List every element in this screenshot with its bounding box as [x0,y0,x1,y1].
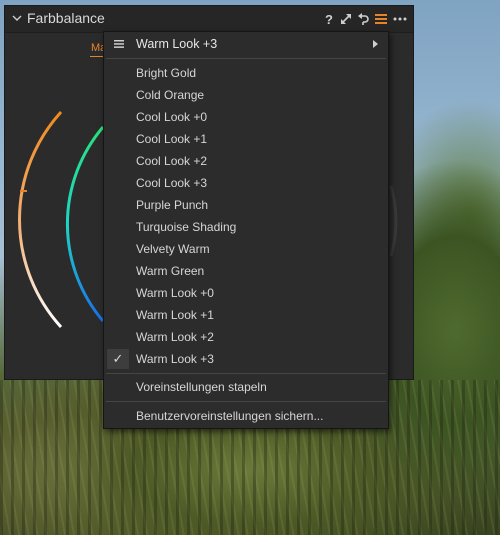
preset-item[interactable]: Warm Look +1 [104,304,388,326]
preset-item-label: Cool Look +3 [136,176,208,190]
preset-item[interactable]: Bright Gold [104,62,388,84]
save-user-presets-label: Benutzervoreinstellungen sichern... [136,409,324,423]
stack-presets-label: Voreinstellungen stapeln [136,380,267,394]
checkmark-icon: ✓ [107,349,129,369]
preset-item[interactable]: Cool Look +2 [104,150,388,172]
preset-item-label: Warm Look +2 [136,330,214,344]
preset-item-label: Warm Look +1 [136,308,214,322]
preset-item-label: Cool Look +2 [136,154,208,168]
submenu-arrow-icon [373,40,378,48]
presets-dropdown-menu: Warm Look +3 Bright Gold Cold Orange Coo… [103,31,389,429]
preset-item[interactable]: Turquoise Shading [104,216,388,238]
menu-lines-icon [114,40,124,48]
preset-item-label: Cold Orange [136,88,205,102]
preset-item-checked[interactable]: ✓ Warm Look +3 [104,348,388,370]
preset-item-label: Cool Look +1 [136,132,208,146]
preset-item[interactable]: Cool Look +0 [104,106,388,128]
menu-divider [106,58,386,59]
midtones-wheel-arc[interactable] [65,126,105,322]
preset-item-label: Warm Green [136,264,205,278]
preset-item-label: Warm Look +0 [136,286,214,300]
menu-current-preset[interactable]: Warm Look +3 [104,33,388,55]
preset-item[interactable]: Cool Look +1 [104,128,388,150]
menu-divider [106,373,386,374]
menu-divider [106,401,386,402]
preset-item[interactable]: Warm Look +2 [104,326,388,348]
shadows-wheel-arc[interactable] [18,110,63,329]
highlights-wheel-arc[interactable] [389,185,398,257]
preset-item[interactable]: Warm Look +0 [104,282,388,304]
preset-item-label: Warm Look +3 [136,352,214,366]
preset-item-label: Purple Punch [136,198,209,212]
preset-item[interactable]: Velvety Warm [104,238,388,260]
save-user-presets-item[interactable]: Benutzervoreinstellungen sichern... [104,405,388,427]
preset-item-label: Cool Look +0 [136,110,208,124]
preset-item-label: Bright Gold [136,66,197,80]
preset-item[interactable]: Cold Orange [104,84,388,106]
preset-item[interactable]: Cool Look +3 [104,172,388,194]
stack-presets-item[interactable]: Voreinstellungen stapeln [104,376,388,398]
menu-current-preset-label: Warm Look +3 [136,37,218,51]
preset-item[interactable]: Purple Punch [104,194,388,216]
preset-item-label: Velvety Warm [136,242,210,256]
preset-item[interactable]: Warm Green [104,260,388,282]
preset-item-label: Turquoise Shading [136,220,237,234]
